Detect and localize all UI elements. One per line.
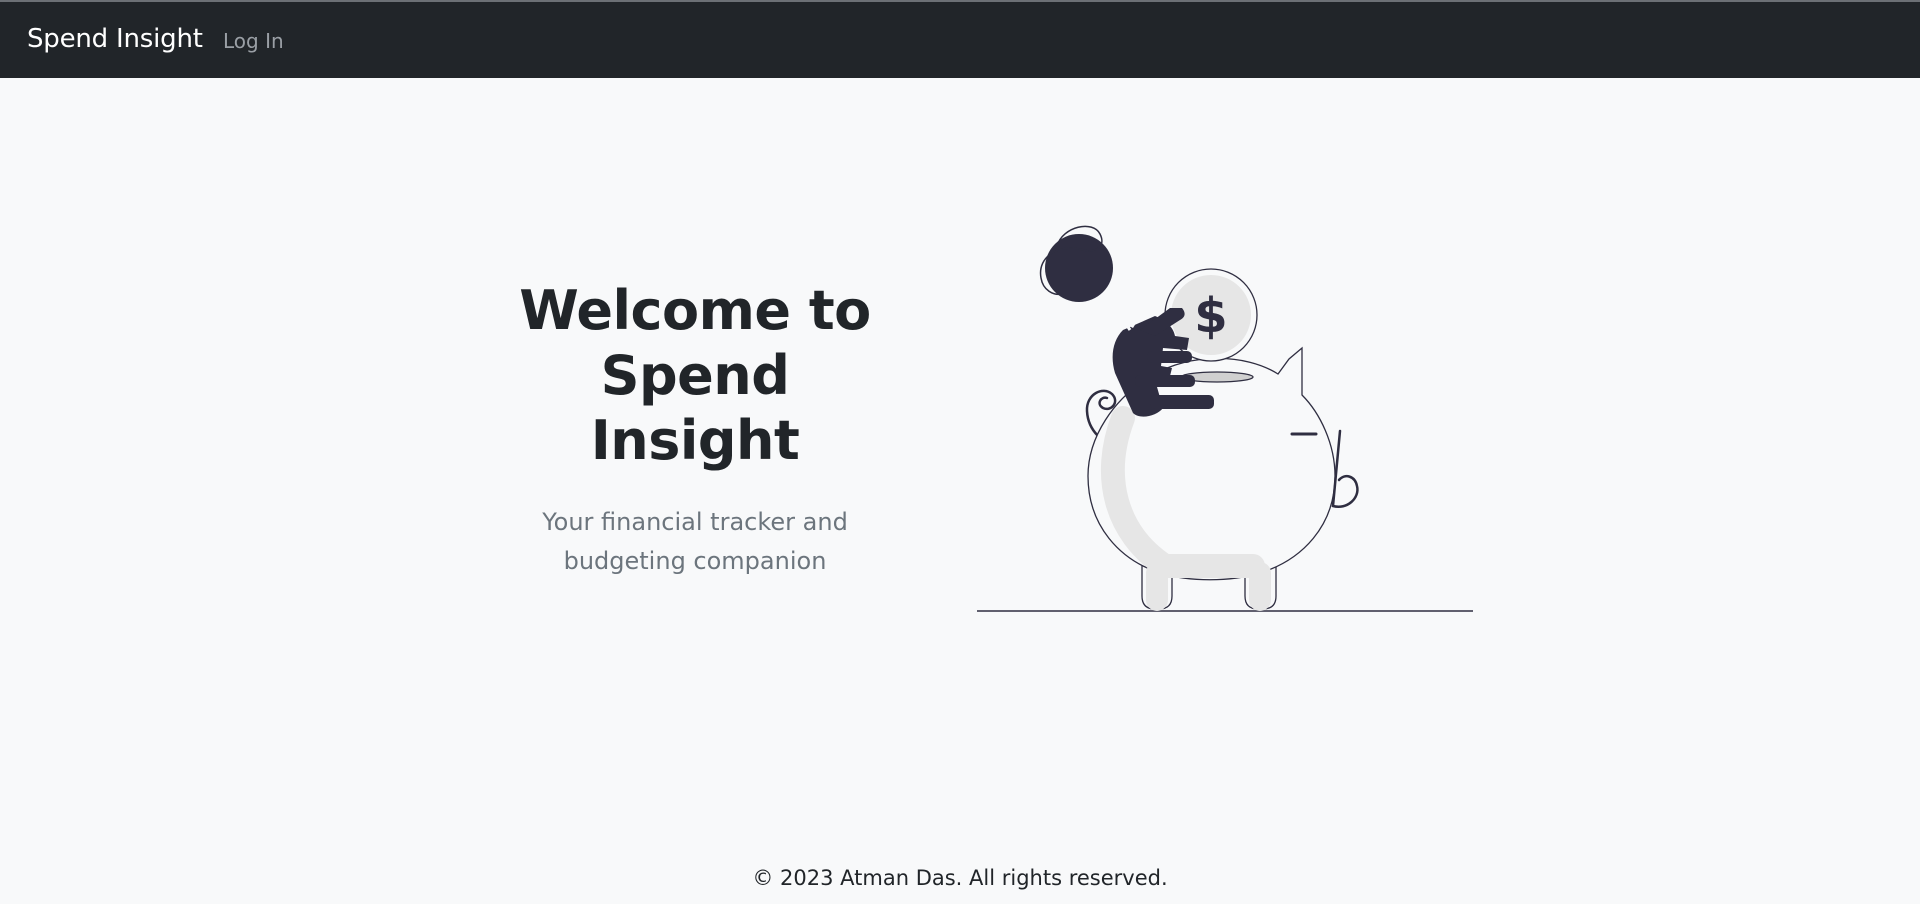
coin-symbol: $: [1194, 288, 1227, 344]
hero-subtitle: Your financial tracker and budgeting com…: [495, 503, 895, 581]
hero-subtitle-line1: Your financial tracker and: [542, 508, 848, 536]
top-navbar: Spend Insight Log In: [0, 2, 1920, 78]
hero-title: Welcome to Spend Insight: [495, 278, 895, 473]
page-footer: © 2023 Atman Das. All rights reserved.: [0, 866, 1920, 890]
hero-title-line1: Welcome to: [519, 279, 871, 342]
piggy-bank-illustration: $: [977, 225, 1473, 612]
footer-copyright: © 2023 Atman Das. All rights reserved.: [752, 866, 1168, 890]
navbar-brand[interactable]: Spend Insight: [27, 24, 203, 54]
person-head: [1045, 234, 1113, 302]
nav-link-login[interactable]: Log In: [223, 29, 284, 53]
hero-subtitle-line2: budgeting companion: [563, 547, 827, 575]
hero-section: Welcome to Spend Insight Your financial …: [495, 278, 895, 581]
pig-snout: [1331, 429, 1359, 509]
hero-title-line2: Spend Insight: [590, 344, 800, 472]
